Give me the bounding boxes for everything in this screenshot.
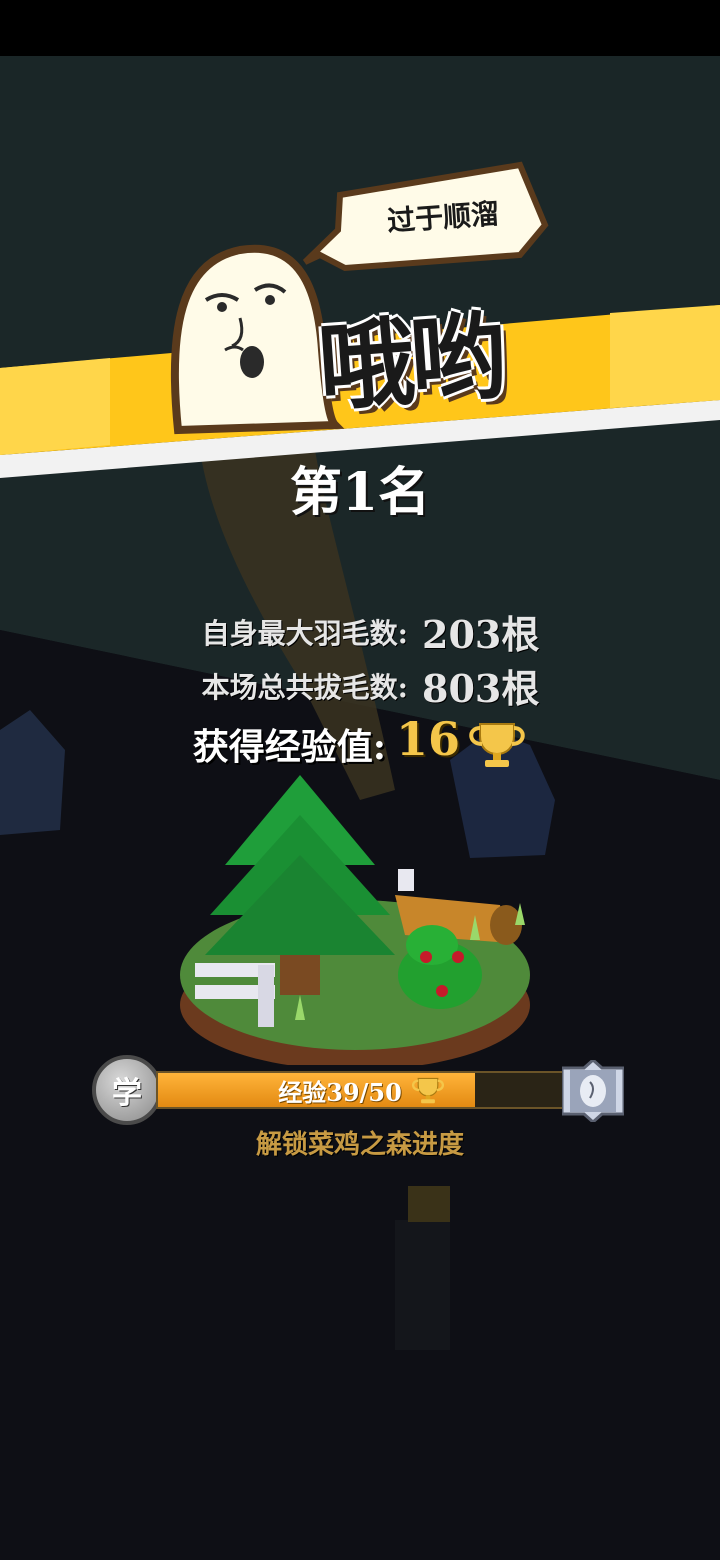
exp-value: 16 (396, 712, 461, 766)
experience-progress-text: 经验39/50 (278, 1077, 402, 1107)
exp-label: 获得经验值: (192, 726, 386, 768)
locked-chicken-egg-icon (562, 1060, 624, 1122)
trophy-small-icon (411, 1077, 444, 1104)
experience-progress-bar: 经验39/50 (156, 1071, 566, 1109)
max-feathers-value: 203根 (422, 612, 540, 657)
rank-text: 第1名 (289, 462, 431, 523)
learn-badge-label: 学 (112, 1076, 142, 1111)
meme-face-icon (170, 244, 345, 435)
trophy-icon (469, 723, 525, 767)
total-plucked-label: 本场总共拔毛数: (201, 671, 408, 704)
forest-island-scene (180, 775, 530, 1065)
experience-progress-label-wrap: 经验39/50 (158, 1073, 568, 1107)
banner-title: 哦哟 (314, 299, 507, 425)
background-lamp (408, 1186, 450, 1222)
top-band (0, 56, 720, 110)
learn-badge: 学 (92, 1055, 162, 1125)
max-feathers-label: 自身最大羽毛数: (201, 617, 408, 650)
total-plucked-value: 803根 (422, 666, 540, 711)
unlock-progress-caption: 解锁菜鸡之森进度 (255, 1130, 464, 1160)
status-bar (0, 0, 720, 56)
